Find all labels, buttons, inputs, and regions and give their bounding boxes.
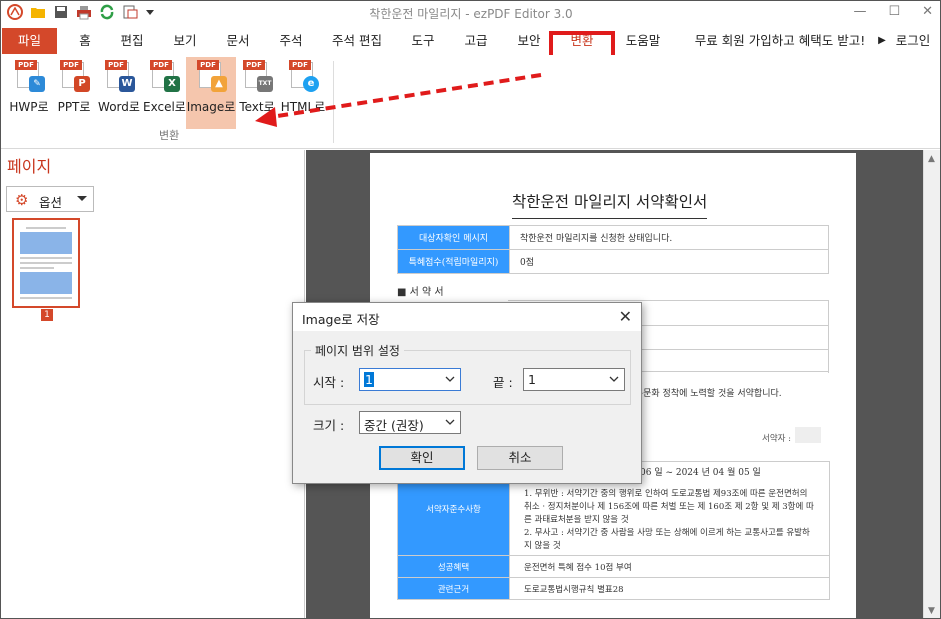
close-icon[interactable]: ✕ xyxy=(619,307,632,326)
page-panel: 페이지 ⚙ 옵션 1 xyxy=(1,150,305,618)
signup-promo-link[interactable]: 무료 회원 가입하고 혜택도 받고! xyxy=(685,28,875,54)
scroll-down-icon[interactable]: ▼ xyxy=(928,606,935,616)
minimize-icon[interactable]: — xyxy=(853,4,866,19)
size-combo[interactable]: 중간 (권장) xyxy=(359,411,461,434)
info-table: 대상자확인 메시지 착한운전 마일리지를 신청한 상태입니다. 특혜점수(적립마… xyxy=(397,225,829,274)
chevron-down-icon xyxy=(608,369,620,393)
tab-help[interactable]: 도움말 xyxy=(619,28,667,54)
end-label: 끝 : xyxy=(493,375,513,390)
gear-icon: ⚙ xyxy=(15,191,29,209)
dialog-title: Image로 저장 xyxy=(302,312,380,327)
table-header-cell: 관련근거 xyxy=(397,577,510,600)
convert-word-label: Word로 xyxy=(98,100,140,114)
table-header-cell: 특혜점수(적립마일리지) xyxy=(397,249,510,274)
page-number-badge: 1 xyxy=(41,309,53,321)
window-controls: — ☐ ✕ xyxy=(853,4,933,19)
page-range-legend: 페이지 범위 설정 xyxy=(311,342,404,359)
tab-view[interactable]: 보기 xyxy=(165,28,205,54)
convert-image-button[interactable]: PDF ▲ Image로 xyxy=(186,57,236,129)
vertical-scrollbar[interactable]: ▲ ▼ xyxy=(923,150,940,618)
word-icon: PDF W xyxy=(105,60,135,92)
size-label: 크기 : xyxy=(313,418,345,433)
scroll-up-icon[interactable]: ▲ xyxy=(928,154,935,164)
start-label: 시작 : xyxy=(313,375,345,390)
end-page-combo[interactable]: 1 xyxy=(523,368,625,391)
ribbon-group-label: 변환 xyxy=(159,129,180,142)
tab-home[interactable]: 홈 xyxy=(68,28,102,54)
tab-advanced[interactable]: 고급 xyxy=(456,28,496,54)
tab-edit[interactable]: 편집 xyxy=(112,28,152,54)
table-row: 대상자확인 메시지 착한운전 마일리지를 신청한 상태입니다. xyxy=(397,225,829,250)
convert-hwp-label: HWP로 xyxy=(9,100,49,114)
table-cell: 도로교통법시행규칙 별표28 xyxy=(509,577,830,600)
dialog-titlebar: Image로 저장 ✕ xyxy=(293,303,641,331)
tab-tools[interactable]: 도구 xyxy=(403,28,443,54)
chevron-down-icon xyxy=(444,412,456,436)
signer-label: 서약자 : xyxy=(762,434,792,444)
section-heading: ■ 서 약 서 xyxy=(397,287,444,298)
table-cell: 착한운전 마일리지를 신청한 상태입니다. xyxy=(509,225,829,250)
tab-security[interactable]: 보안 xyxy=(509,28,549,54)
table-cell: 운전면허 특혜 점수 10점 부여 xyxy=(509,555,830,578)
options-dropdown[interactable]: ⚙ 옵션 xyxy=(6,186,94,212)
page-panel-title: 페이지 xyxy=(7,157,52,176)
signature-box xyxy=(795,427,821,443)
chevron-down-icon xyxy=(77,196,87,201)
tab-annotation-edit[interactable]: 주석 편집 xyxy=(324,28,390,54)
table-row: 관련근거 도로교통법시행규칙 별표28 xyxy=(397,577,830,600)
title-bar: 착한운전 마일리지 - ezPDF Editor 3.0 — ☐ ✕ xyxy=(1,1,940,25)
app-window: 착한운전 마일리지 - ezPDF Editor 3.0 — ☐ ✕ 파일 홈 … xyxy=(0,0,941,619)
document-title: 착한운전 마일리지 서약확인서 xyxy=(512,190,708,219)
ppt-icon: PDF P xyxy=(60,60,90,92)
menu-tabs: 파일 홈 편집 보기 문서 주석 주석 편집 도구 고급 보안 변환 도움말 무… xyxy=(1,28,940,54)
convert-ppt-label: PPT로 xyxy=(57,100,91,114)
maximize-icon[interactable]: ☐ xyxy=(888,4,900,19)
ok-button[interactable]: 확인 xyxy=(379,446,465,470)
table-row: 성공혜택 운전면허 특혜 점수 10점 부여 xyxy=(397,555,830,578)
annotation-arrow xyxy=(255,73,542,127)
tab-document[interactable]: 문서 xyxy=(218,28,258,54)
close-icon[interactable]: ✕ xyxy=(922,4,933,19)
login-link[interactable]: 로그인 xyxy=(889,28,937,54)
options-label: 옵션 xyxy=(39,195,63,210)
window-title: 착한운전 마일리지 - ezPDF Editor 3.0 xyxy=(369,7,573,21)
image-icon: PDF ▲ xyxy=(197,60,227,92)
convert-excel-label: Excel로 xyxy=(143,100,186,114)
start-page-value: 1 xyxy=(364,372,374,387)
convert-word-button[interactable]: PDF W Word로 xyxy=(97,57,141,127)
convert-excel-button[interactable]: PDF X Excel로 xyxy=(143,57,186,127)
table-header-cell: 대상자확인 메시지 xyxy=(397,225,510,250)
convert-image-label: Image로 xyxy=(186,100,236,114)
cancel-button[interactable]: 취소 xyxy=(477,446,563,470)
hwp-icon: PDF ✎ xyxy=(15,60,45,92)
excel-icon: PDF X xyxy=(150,60,180,92)
table-cell: 0점 xyxy=(509,249,829,274)
tab-file[interactable]: 파일 xyxy=(2,28,57,54)
table-row: 특혜점수(적립마일리지) 0점 xyxy=(397,249,829,274)
page-thumbnail[interactable] xyxy=(12,218,80,308)
convert-hwp-button[interactable]: PDF ✎ HWP로 xyxy=(7,57,51,127)
start-page-combo[interactable]: 1 xyxy=(359,368,461,391)
convert-ppt-button[interactable]: PDF P PPT로 xyxy=(55,57,93,127)
table-header-cell: 성공혜택 xyxy=(397,555,510,578)
chevron-down-icon xyxy=(444,369,456,393)
tab-annotation[interactable]: 주석 xyxy=(271,28,311,54)
play-arrow-icon: ▶ xyxy=(878,35,886,46)
save-as-image-dialog: Image로 저장 ✕ 페이지 범위 설정 시작 : 1 끝 : 1 크기 : … xyxy=(292,302,642,484)
end-page-value: 1 xyxy=(528,372,536,387)
size-value: 중간 (권장) xyxy=(364,418,424,433)
